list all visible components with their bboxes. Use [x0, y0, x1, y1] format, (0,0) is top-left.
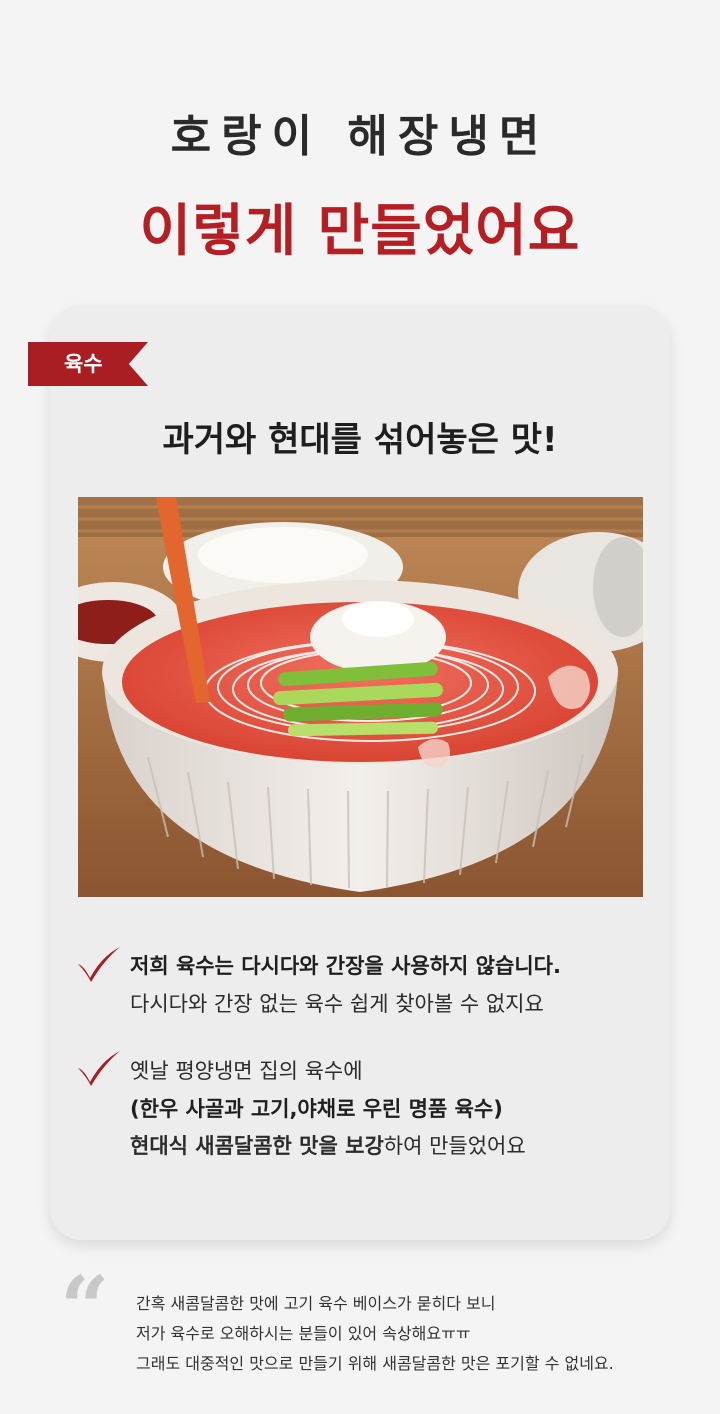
point-2-line-3: 현대식 새콤달콤한 맛을 보강하여 만들었어요: [130, 1130, 526, 1160]
bowl-illustration: [78, 497, 643, 897]
point-2-line-3-regular: 하여 만들었어요: [383, 1134, 526, 1158]
note-line-1: 간혹 새콤달콤한 맛에 고기 육수 베이스가 묻히다 보니: [136, 1294, 496, 1313]
point-1-line-2: 다시다와 간장 없는 육수 쉽게 찾아볼 수 없지요: [130, 992, 544, 1016]
point-2-line-3-bold: 현대식 새콤달콤한 맛을 보강: [130, 1134, 384, 1158]
naengmyeon-photo: [78, 497, 643, 897]
page-title-line-2: 이렇게 만들었어요: [139, 199, 581, 264]
note-line-2: 저가 육수로 오해하시는 분들이 있어 속상해요ㅠㅠ: [136, 1324, 471, 1343]
quote-mark-icon: “: [60, 1258, 110, 1359]
checkmark-icon: [78, 947, 120, 982]
point-1-line-1: 저희 육수는 다시다와 간장을 사용하지 않습니다.: [130, 954, 561, 978]
product-detail-page: 호랑이 해장냉면 이렇게 만들었어요 육수 과거와 현대를 섞어놓은 맛! 저희…: [0, 0, 720, 1414]
point-2-line-1: 옛날 평양냉면 집의 육수에: [130, 1059, 363, 1083]
checkmark-icon: [78, 1051, 120, 1086]
note-line-3: 그래도 대중적인 맛으로 만들기 위해 새콤달콤한 맛은 포기할 수 없네요.: [136, 1354, 614, 1373]
point-2-line-2: (한우 사골과 고기,야채로 우린 명품 육수): [130, 1097, 503, 1121]
section-heading: 과거와 현대를 섞어놓은 맛!: [162, 420, 558, 460]
page-title-line-1: 호랑이 해장냉면: [170, 111, 550, 162]
